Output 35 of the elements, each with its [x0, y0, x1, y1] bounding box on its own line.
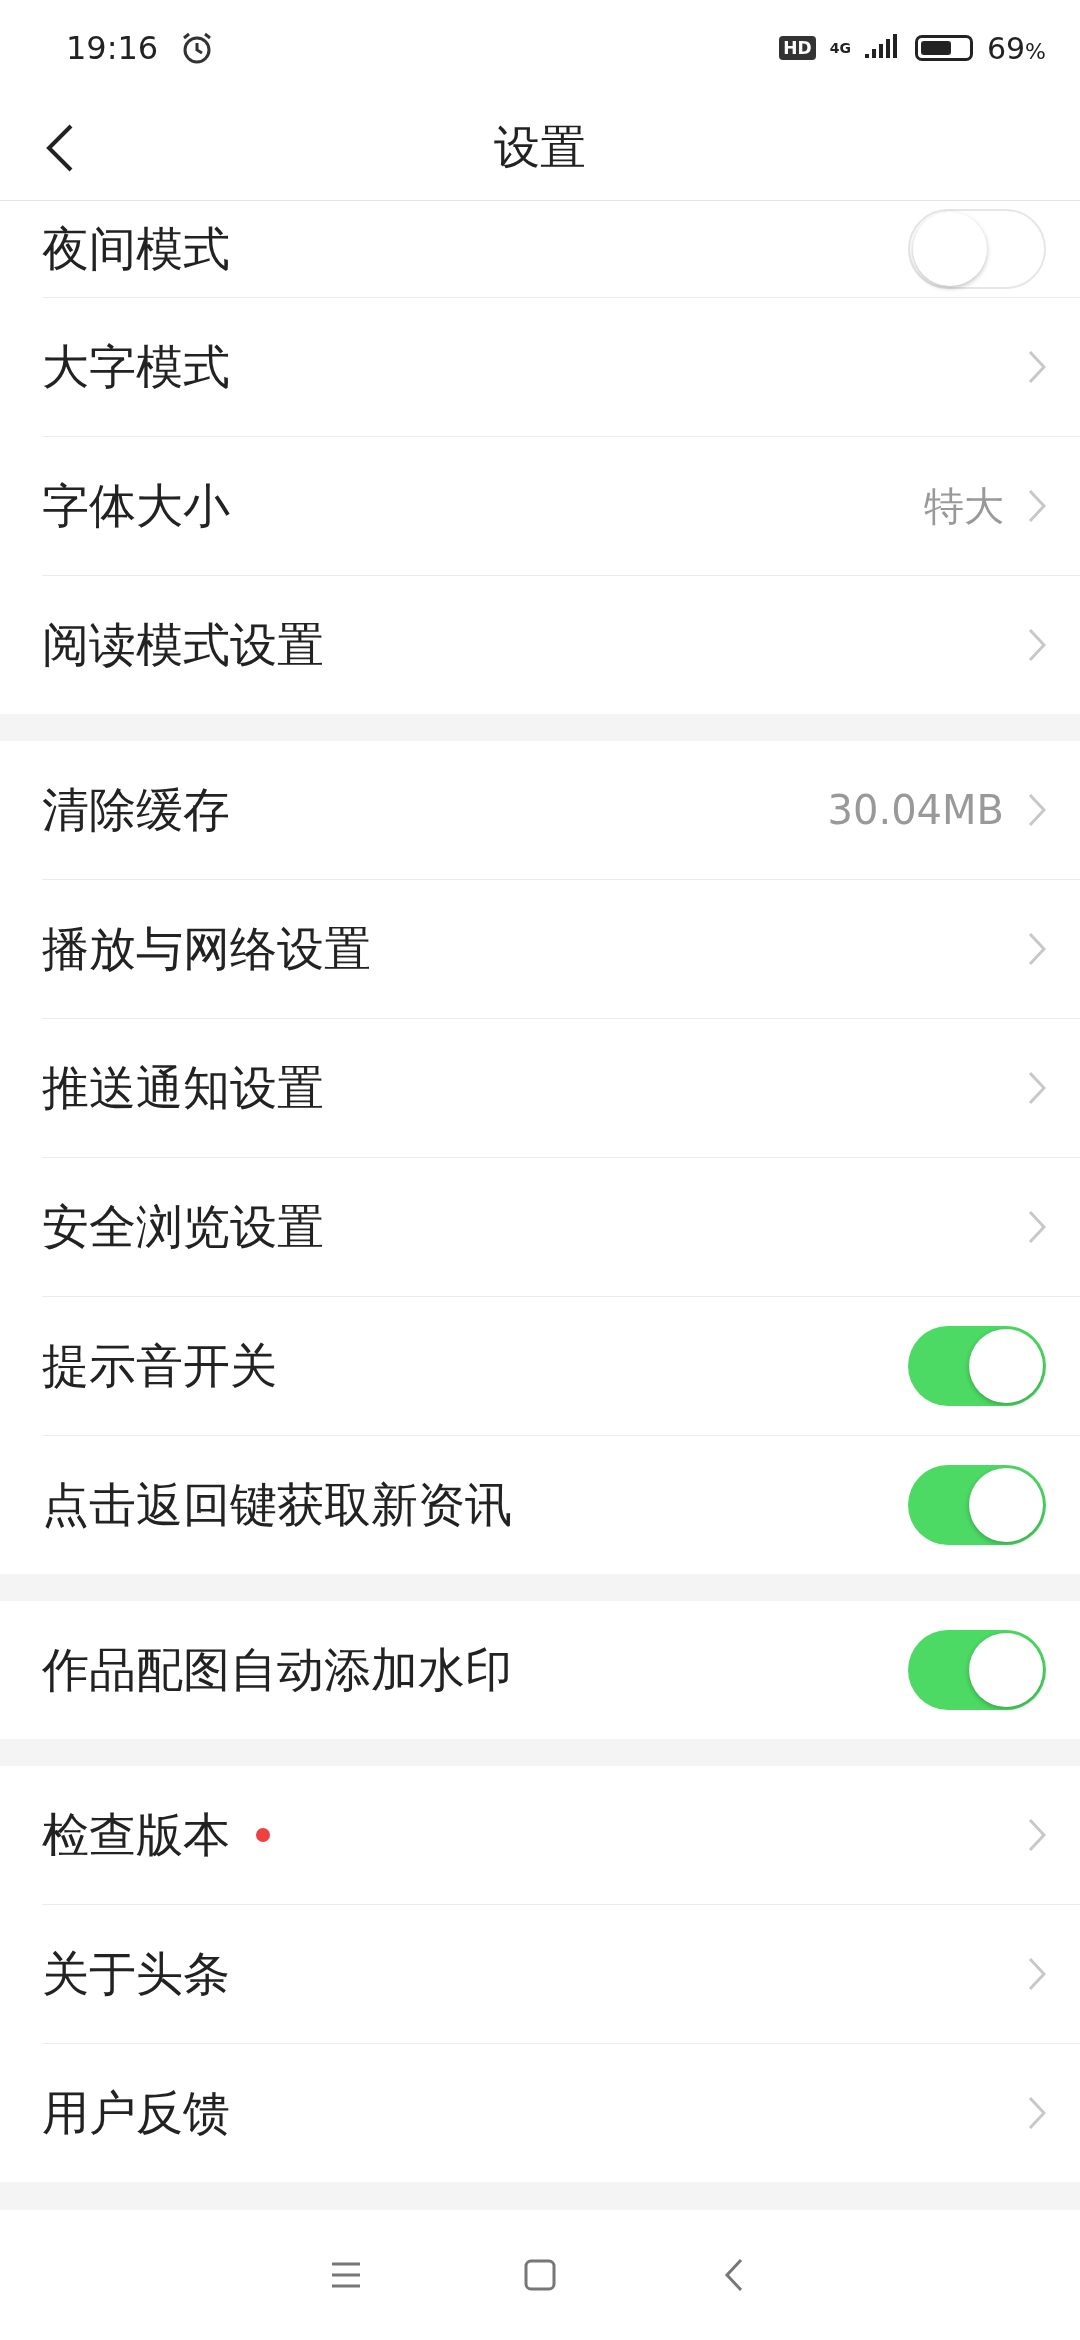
setting-label: 用户反馈 [42, 2083, 230, 2142]
chevron-icon [1028, 350, 1046, 384]
chevron-icon [1028, 2096, 1046, 2130]
setting-label: 点击返回键获取新资讯 [42, 1475, 512, 1534]
chevron-icon [1028, 1818, 1046, 1852]
chevron-icon [1028, 1957, 1046, 1991]
page-title: 设置 [494, 119, 586, 176]
chevron-icon [1028, 489, 1046, 523]
status-time: 19:16 [66, 29, 159, 67]
chevron-icon [1028, 1210, 1046, 1244]
battery-icon [914, 35, 973, 61]
hd-badge: HD [779, 36, 816, 60]
setting-label: 检查版本 [42, 1805, 230, 1864]
setting-label: 清除缓存 [42, 780, 230, 839]
chevron-icon [1028, 793, 1046, 827]
setting-label: 夜间模式 [42, 219, 230, 278]
battery-percent: 69% [986, 30, 1046, 66]
setting-value: 特大 [924, 481, 1004, 531]
setting-label: 播放与网络设置 [42, 919, 371, 978]
network-type: 4G [829, 40, 851, 56]
setting-label: 安全浏览设置 [42, 1197, 324, 1256]
chevron-icon [1028, 628, 1046, 662]
setting-label: 字体大小 [42, 476, 230, 535]
menu-icon[interactable] [330, 2261, 362, 2289]
setting-label: 提示音开关 [42, 1336, 277, 1395]
setting-label: 作品配图自动添加水印 [42, 1640, 512, 1699]
back-icon[interactable] [45, 123, 75, 173]
setting-label: 阅读模式设置 [42, 615, 324, 674]
chevron-icon [1028, 932, 1046, 966]
setting-label: 大字模式 [42, 337, 230, 396]
home-icon[interactable] [524, 2259, 556, 2291]
setting-label: 关于头条 [42, 1944, 230, 2003]
chevron-icon [1028, 1071, 1046, 1105]
setting-label: 推送通知设置 [42, 1058, 324, 1117]
setting-value: 30.04MB [827, 787, 1004, 833]
